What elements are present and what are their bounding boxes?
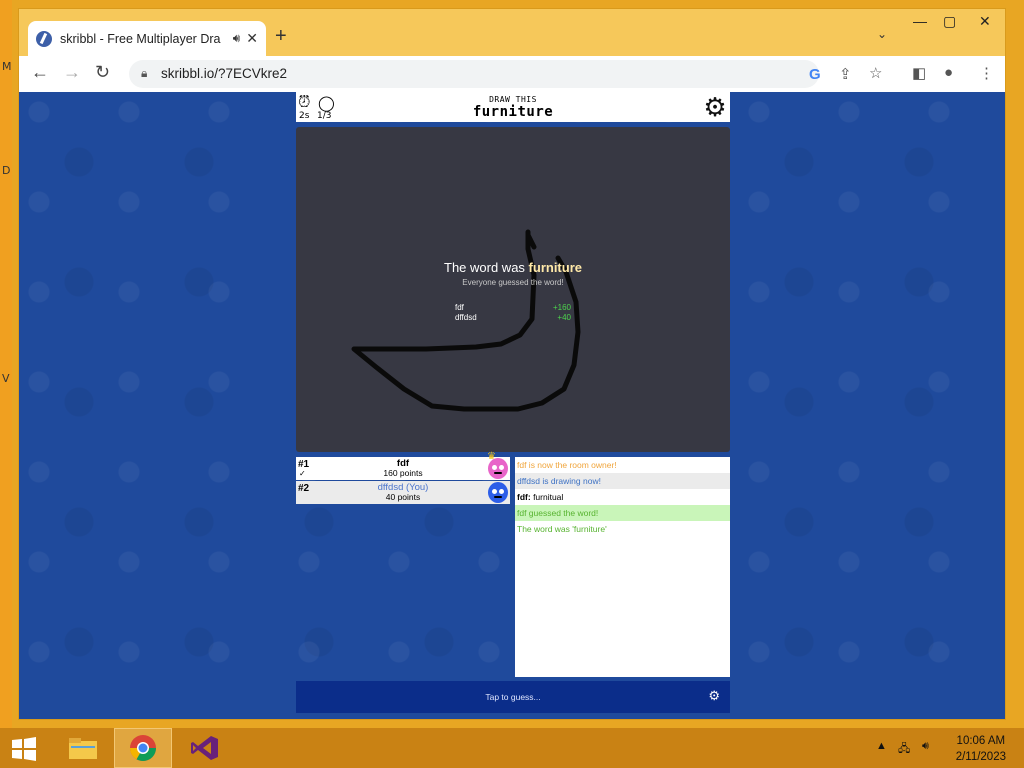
url-text[interactable]: skribbl.io/?7ECVkre2 — [161, 66, 287, 81]
skribbl-favicon-icon — [36, 30, 52, 47]
visual-studio-icon[interactable] — [176, 728, 234, 768]
avatar-mouth — [494, 496, 502, 498]
chat-message: fdf: furnitual — [515, 489, 730, 505]
profile-icon[interactable]: ● — [944, 64, 953, 81]
reveal-prefix: The word was — [444, 260, 525, 275]
address-bar[interactable]: 🔒︎ skribbl.io/?7ECVkre2 G ⇪ ☆ — [129, 60, 882, 88]
draw-this-label: DRAW THIS — [489, 95, 537, 104]
chrome-taskbar-icon[interactable] — [114, 728, 172, 768]
windows-start-icon[interactable] — [10, 736, 38, 762]
show-hidden-icons-icon[interactable]: ▲ — [876, 740, 887, 752]
desktop-icon-label: M — [2, 60, 12, 73]
desktop-edge — [0, 0, 12, 728]
player-points: 160 points — [383, 468, 423, 478]
game-header: ⏰︎ 2s ◯ 1/3 DRAW THIS furniture ⚙ — [296, 92, 730, 122]
round-score-row: dffdsd +40 — [455, 313, 571, 322]
plus-icon[interactable]: + — [275, 25, 287, 48]
settings-gear-icon[interactable]: ⚙ — [708, 688, 720, 704]
chevron-down-icon[interactable]: ⌄ — [877, 27, 887, 41]
avatar-eye — [499, 465, 504, 470]
chat-message: The word was 'furniture' — [517, 524, 607, 534]
round-score-points: +40 — [557, 313, 571, 322]
avatar — [488, 458, 508, 479]
avatar-eye — [499, 489, 504, 494]
drawing-canvas[interactable]: The word was furniture Everyone guessed … — [296, 127, 730, 452]
network-icon[interactable]: 🖧︎ — [898, 740, 910, 759]
web-page: ⏰︎ 2s ◯ 1/3 DRAW THIS furniture ⚙ The wo… — [19, 92, 1005, 719]
chat-message: fdf guessed the word! — [515, 505, 730, 521]
back-arrow-icon[interactable]: ← — [31, 62, 49, 83]
tab-strip: skribbl - Free Multiplayer Dra 🔊︎ ✕ + ⌄ … — [19, 9, 1005, 56]
clock-time: 10:06 AM — [956, 735, 1006, 747]
player-row[interactable]: #1 ✓ fdf 160 points ♛ — [296, 451, 510, 480]
clock-date: 2/11/2023 — [955, 751, 1006, 763]
avatar-eye — [492, 489, 497, 494]
word-display: furniture — [472, 104, 554, 120]
reveal-subtitle: Everyone guessed the word! — [462, 278, 564, 287]
sidepanel-icon[interactable]: ◧ — [912, 64, 926, 82]
avatar — [488, 482, 508, 503]
minimize-icon[interactable]: — — [913, 13, 927, 29]
kebab-menu-icon[interactable]: ⋮ — [979, 64, 994, 82]
desktop-icon-label: V — [2, 372, 10, 385]
round-score-name: fdf — [455, 303, 464, 312]
browser-toolbar: ← → ↻ 🔒︎ skribbl.io/?7ECVkre2 G ⇪ ☆ ◧ ● … — [19, 56, 1005, 92]
google-icon[interactable]: G — [809, 66, 821, 83]
desktop-icon-label: D — [2, 164, 11, 177]
chat-message: fdf is now the room owner! — [517, 460, 617, 470]
chat-message: dffdsd is drawing now! — [515, 473, 730, 489]
avatar-mouth — [494, 472, 502, 474]
speaker-icon[interactable]: 🔊︎ — [233, 31, 241, 46]
window-close-icon[interactable]: ✕ — [979, 13, 991, 30]
close-icon[interactable]: ✕ — [246, 30, 258, 47]
volume-icon[interactable]: 🔊︎ — [922, 740, 929, 753]
player-points: 40 points — [385, 492, 421, 502]
chat-panel: fdf is now the room owner! dffdsd is dra… — [515, 457, 730, 677]
round-score-row: fdf +160 — [455, 303, 571, 312]
avatar-eye — [492, 465, 497, 470]
taskbar-clock[interactable]: 10:06 AM 2/11/2023 — [956, 733, 1006, 765]
forward-arrow-icon[interactable]: → — [63, 62, 81, 83]
taskbar: ▲ 🖧︎ 🔊︎ 10:06 AM 2/11/2023 — [0, 728, 1024, 768]
chat-sender: fdf: — [517, 492, 531, 502]
reload-icon[interactable]: ↻ — [95, 62, 110, 83]
round-score-name: dffdsd — [455, 313, 477, 322]
tab-title: skribbl - Free Multiplayer Dra — [60, 31, 221, 46]
browser-window: skribbl - Free Multiplayer Dra 🔊︎ ✕ + ⌄ … — [18, 8, 1006, 720]
guess-placeholder[interactable]: Tap to guess... — [296, 692, 730, 702]
player-row[interactable]: #2 dffdsd (You) 40 points — [296, 481, 510, 504]
reveal-title: The word was furniture — [296, 260, 730, 275]
gear-icon[interactable]: ⚙ — [700, 92, 730, 122]
star-icon[interactable]: ☆ — [869, 64, 882, 82]
drawing-strokes — [351, 229, 581, 412]
guess-input[interactable]: Tap to guess... ⚙ — [296, 681, 730, 713]
file-explorer-icon[interactable] — [54, 728, 112, 768]
player-list: #1 ✓ fdf 160 points ♛ #2 dffdsd (You) 40… — [296, 451, 510, 505]
browser-tab[interactable]: skribbl - Free Multiplayer Dra 🔊︎ ✕ — [28, 21, 266, 56]
round-score-points: +160 — [552, 303, 571, 312]
lock-icon[interactable]: 🔒︎ — [141, 66, 147, 81]
maximize-icon[interactable]: ▢ — [943, 13, 956, 30]
chat-text: furnitual — [533, 492, 564, 502]
reveal-word: furniture — [528, 260, 582, 275]
share-icon[interactable]: ⇪ — [839, 65, 852, 83]
